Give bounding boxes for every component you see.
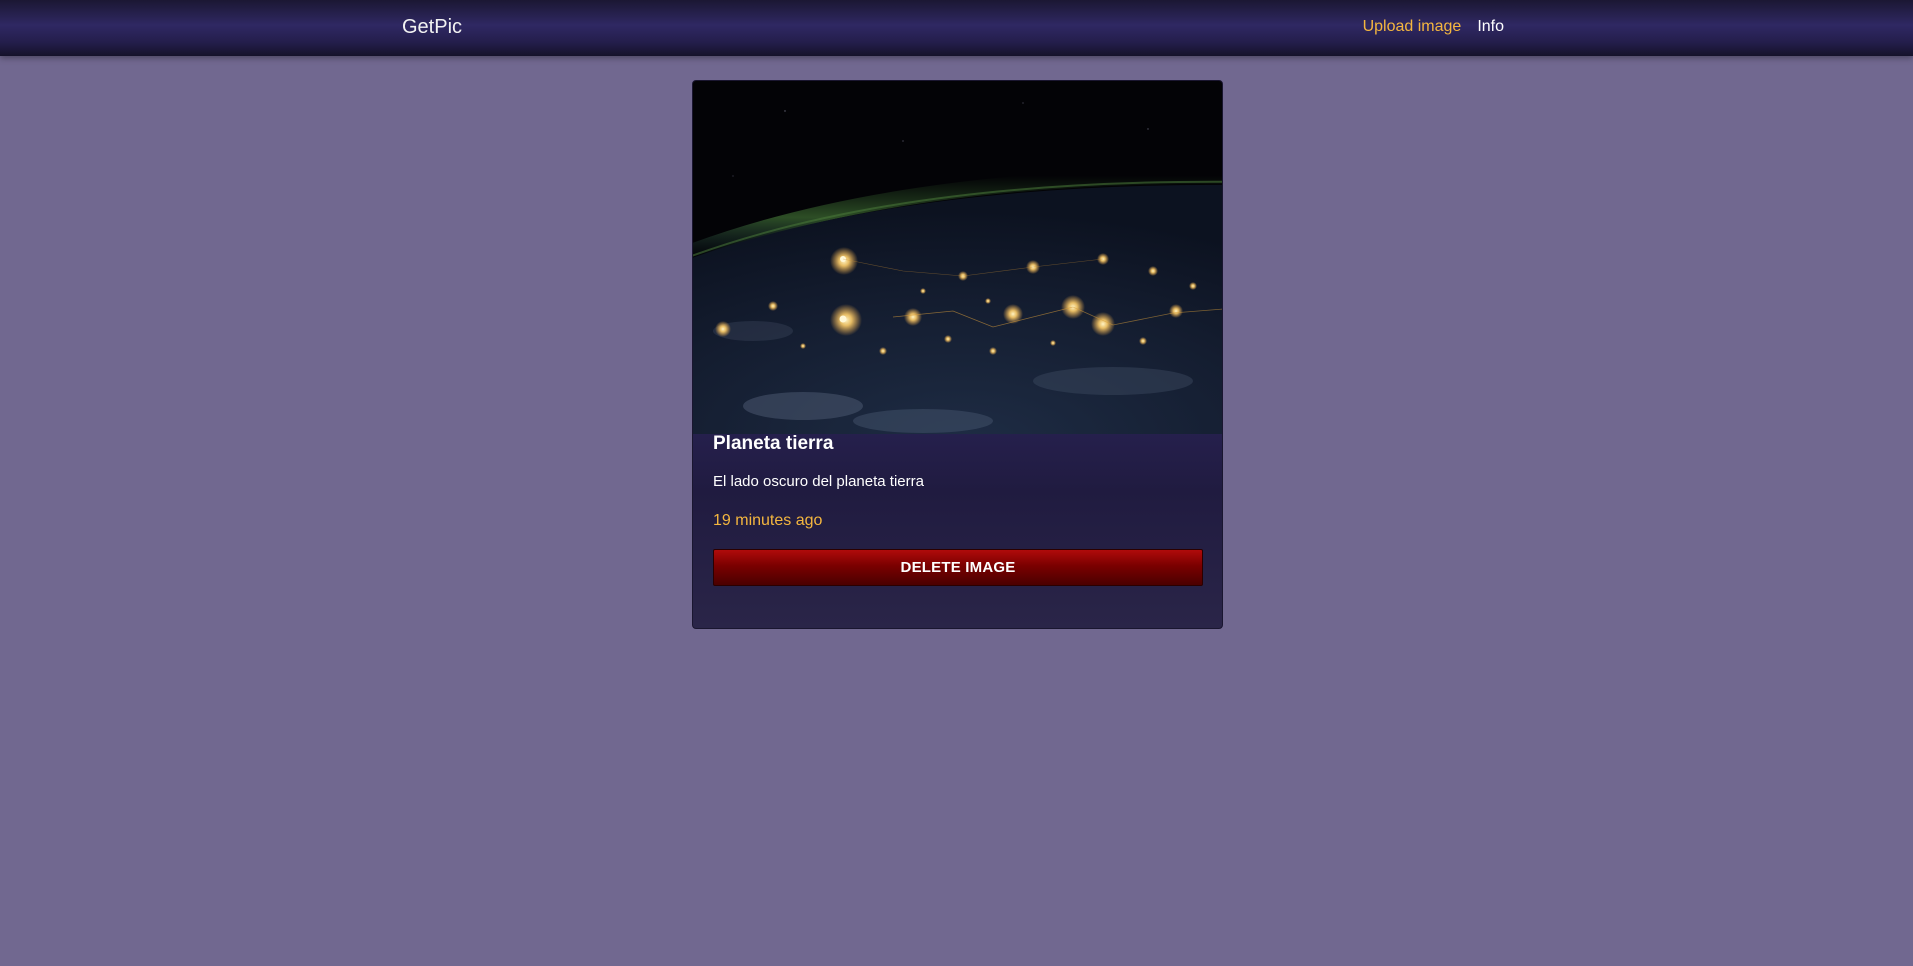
nav-links: Upload image Info [1363, 18, 1504, 36]
nav-info-link[interactable]: Info [1477, 18, 1504, 36]
delete-image-button[interactable]: DELETE IMAGE [713, 549, 1203, 586]
image-description: El lado oscuro del planeta tierra [713, 473, 924, 490]
image-card: Planeta tierra El lado oscuro del planet… [692, 80, 1223, 629]
image-timestamp: 19 minutes ago [713, 512, 823, 529]
navbar: GetPic Upload image Info [0, 0, 1913, 56]
brand-logo[interactable]: GetPic [402, 16, 462, 39]
nav-upload-image-link[interactable]: Upload image [1363, 18, 1462, 36]
image-title: Planeta tierra [713, 433, 834, 454]
earth-night-image [693, 81, 1222, 434]
